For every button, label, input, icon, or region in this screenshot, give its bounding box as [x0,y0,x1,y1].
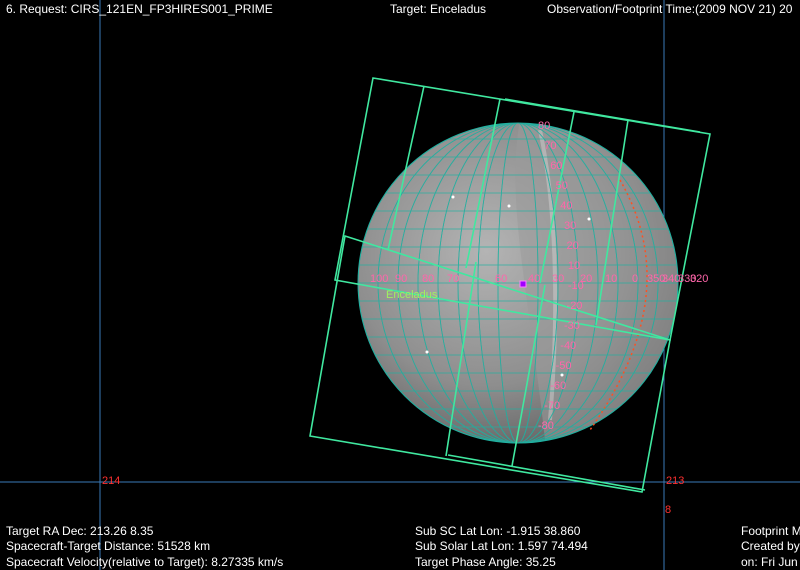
latitude-label: 80 [538,120,550,132]
sub-sc-lat-lon: Sub SC Lat Lon: -1.915 38.860 [415,524,581,538]
latitude-label: 10 [568,260,580,272]
latitude-label: -20 [567,300,583,312]
latitude-label: 20 [567,240,579,252]
dec-label: 8 [665,504,672,516]
created-by: Created by [741,539,800,553]
longitude-label: 20 [580,273,592,285]
longitude-label: 100 [370,273,388,285]
longitude-label: 10 [605,273,617,285]
footprint-info: Footprint M [741,524,800,538]
longitude-label: 60 [495,273,507,285]
latitude-label: 70 [544,140,556,152]
longitude-label: 40 [528,273,540,285]
longitude-label: 30 [552,273,564,285]
longitude-label: 90 [395,273,407,285]
observation-time: Observation/Footprint Time:(2009 NOV 21)… [547,2,793,16]
spacecraft-distance: Spacecraft-Target Distance: 51528 km [6,539,211,553]
target-ra-dec: Target RA Dec: 213.26 8.35 [6,524,154,538]
spacecraft-velocity: Spacecraft Velocity(relative to Target):… [6,555,284,569]
latitude-label: -60 [550,380,566,392]
target-title: Target: Enceladus [390,2,487,16]
sub-solar-lat-lon: Sub Solar Lat Lon: 1.597 74.494 [415,539,588,553]
longitude-label: 80 [422,273,434,285]
longitude-label: 320 [690,273,708,285]
ra-right-label: 213 [666,475,685,487]
latitude-label: -30 [564,320,580,332]
ra-left-label: 214 [102,475,121,487]
longitude-label: 0 [632,273,638,285]
latitude-label: 40 [560,200,572,212]
latitude-label: -40 [560,340,576,352]
sub-spacecraft-marker [519,280,527,288]
target-phase-angle: Target Phase Angle: 35.25 [415,555,556,569]
latitude-label: 30 [564,220,576,232]
request-title: 6. Request: CIRS_121EN_FP3HIRES001_PRIME [6,2,273,16]
body-label: Enceladus [386,289,438,301]
latitude-label: -70 [544,400,560,412]
latitude-label: -50 [556,360,572,372]
latitude-label: 50 [556,180,568,192]
longitude-label: 70 [447,273,459,285]
created-on: on: Fri Jun [741,555,798,569]
latitude-label: 60 [550,160,562,172]
latitude-label: -80 [538,420,554,432]
